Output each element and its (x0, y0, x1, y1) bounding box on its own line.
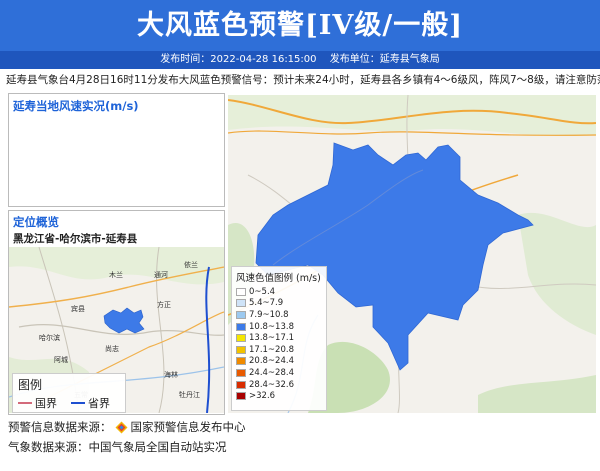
legend-swatch (236, 392, 246, 401)
legend-row: 24.4~28.4 (236, 367, 326, 379)
legend-label: 24.4~28.4 (249, 367, 294, 378)
location-panel-title: 定位概览 (13, 215, 59, 229)
legend-row: 13.8~17.1 (236, 332, 326, 344)
legend-swatch (236, 310, 246, 319)
publish-time: 发布时间：2022-04-28 16:15:00 (160, 54, 317, 65)
legend-swatch (236, 287, 246, 296)
map-label-hailin: 海林 (164, 370, 178, 379)
location-path: 黑龙江省-哈尔滨市-延寿县 (13, 233, 138, 245)
weather-data-source: 气象数据来源：中国气象局全国自动站实况 (8, 440, 227, 454)
map-label-fangzheng: 方正 (157, 300, 171, 309)
legend-label: >32.6 (249, 391, 276, 402)
map-label-acheng: 阿城 (54, 355, 68, 364)
legend-row: 7.9~10.8 (236, 309, 326, 321)
map-label-mulan: 木兰 (109, 270, 123, 279)
legend-label: 17.1~20.8 (249, 344, 294, 355)
warning-description: 延寿县气象台4月28日16时11分发布大风蓝色预警信号：预计未来24小时，延寿县… (6, 74, 600, 86)
overview-map-legend: 图例 国界 省界 (12, 373, 126, 413)
map-label-tonghe: 通河 (154, 270, 168, 279)
legend-row: 0~5.4 (236, 286, 326, 298)
overview-legend-title: 图例 (18, 378, 43, 392)
wind-speed-panel: 延寿当地风速实况(m/s) (8, 93, 225, 207)
legend-swatch (236, 380, 246, 389)
legend-row: 17.1~20.8 (236, 344, 326, 356)
alert-source: 预警信息数据来源： 国家预警信息发布中心 (8, 419, 246, 435)
map-label-harbin: 哈尔滨 (39, 333, 60, 342)
wind-color-legend: 风速色值图例 (m/s) 0~5.4 5.4~7.9 7.9~10.8 10.8… (231, 266, 327, 411)
wind-legend-title: 风速色值图例 (m/s) (236, 273, 321, 284)
page-title: 大风蓝色预警[IV级/一般] (0, 0, 600, 51)
legend-row: 28.4~32.6 (236, 379, 326, 391)
map-label-mudanjiang: 牡丹江 (179, 390, 200, 399)
legend-provincial-border: 省界 (88, 397, 110, 410)
warning-center-logo-icon (115, 421, 127, 433)
publish-unit: 发布单位：延寿县气象局 (329, 54, 440, 65)
legend-label: 13.8~17.1 (249, 333, 294, 344)
legend-swatch (236, 357, 246, 366)
legend-label: 10.8~13.8 (249, 321, 294, 332)
legend-swatch (236, 322, 246, 331)
legend-swatch (236, 299, 246, 308)
legend-swatch (236, 345, 246, 354)
map-label-binxian: 宾县 (71, 304, 85, 313)
national-border-icon (18, 402, 32, 404)
alert-source-label: 预警信息数据来源： (8, 420, 112, 434)
legend-swatch (236, 368, 246, 377)
alert-source-value[interactable]: 国家预警信息发布中心 (131, 419, 246, 435)
legend-national-border: 国界 (35, 397, 57, 410)
legend-row: 20.8~24.4 (236, 356, 326, 368)
map-label-yilan: 依兰 (184, 260, 198, 269)
legend-row: 5.4~7.9 (236, 298, 326, 310)
legend-label: 5.4~7.9 (249, 298, 284, 309)
legend-swatch (236, 334, 246, 343)
map-label-shangzhi: 尚志 (105, 344, 119, 353)
legend-label: 0~5.4 (249, 286, 276, 297)
legend-row: >32.6 (236, 390, 326, 402)
legend-label: 28.4~32.6 (249, 379, 294, 390)
publish-meta: 发布时间：2022-04-28 16:15:00 发布单位：延寿县气象局 (0, 51, 600, 69)
legend-label: 20.8~24.4 (249, 356, 294, 367)
legend-row: 10.8~13.8 (236, 321, 326, 333)
wind-speed-panel-title: 延寿当地风速实况(m/s) (13, 99, 139, 113)
provincial-border-icon (71, 402, 85, 404)
legend-label: 7.9~10.8 (249, 309, 289, 320)
